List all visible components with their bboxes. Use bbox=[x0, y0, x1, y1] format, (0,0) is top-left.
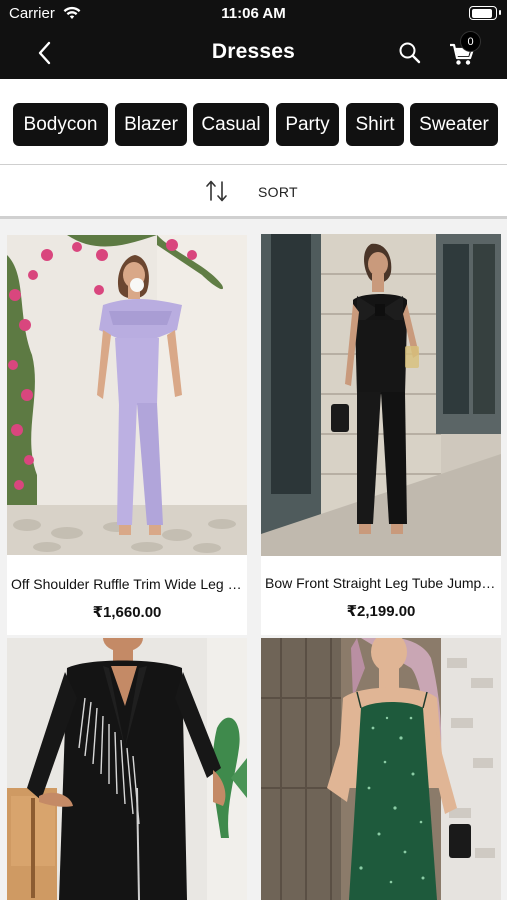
chip-bodycon[interactable]: Bodycon bbox=[13, 103, 108, 146]
product-grid: Off Shoulder Ruffle Trim Wide Leg Jumpsu… bbox=[0, 219, 507, 900]
page-title: Dresses bbox=[211, 40, 296, 63]
product-image bbox=[261, 234, 501, 556]
chip-casual[interactable]: Casual bbox=[193, 103, 269, 146]
battery-level bbox=[471, 8, 493, 18]
product-price: ₹2,199.00 bbox=[346, 603, 416, 620]
sort-button[interactable]: SORT bbox=[0, 165, 507, 216]
product-card[interactable] bbox=[261, 638, 501, 900]
product-price: ₹1,660.00 bbox=[92, 604, 162, 621]
clock: 11:06 AM bbox=[221, 5, 286, 22]
category-chips: Bodycon Blazer Casual Party Shirt Sweate… bbox=[0, 79, 507, 164]
product-image bbox=[7, 235, 247, 555]
sort-label: SORT bbox=[258, 184, 298, 200]
product-name: Bow Front Straight Leg Tube Jumpsuit bbox=[265, 575, 501, 591]
product-card[interactable]: Bow Front Straight Leg Tube Jumpsuit ₹2,… bbox=[261, 234, 501, 635]
nav-bar: Dresses 0 bbox=[0, 28, 507, 79]
chip-shirt[interactable]: Shirt bbox=[346, 103, 404, 146]
chip-blazer[interactable]: Blazer bbox=[115, 103, 187, 146]
status-bar: Carrier 11:06 AM bbox=[0, 0, 507, 28]
product-card[interactable]: Off Shoulder Ruffle Trim Wide Leg Jumpsu… bbox=[7, 235, 247, 635]
chip-sweater[interactable]: Sweater bbox=[410, 103, 498, 146]
cart-count-badge: 0 bbox=[460, 31, 481, 52]
chip-party[interactable]: Party bbox=[276, 103, 339, 146]
search-icon[interactable] bbox=[397, 40, 423, 66]
product-image bbox=[7, 638, 247, 900]
battery-icon bbox=[469, 6, 501, 20]
sort-arrows-icon bbox=[204, 179, 230, 203]
product-name: Off Shoulder Ruffle Trim Wide Leg Jumpsu… bbox=[11, 576, 247, 592]
product-image bbox=[261, 638, 501, 900]
product-card[interactable] bbox=[7, 638, 247, 900]
